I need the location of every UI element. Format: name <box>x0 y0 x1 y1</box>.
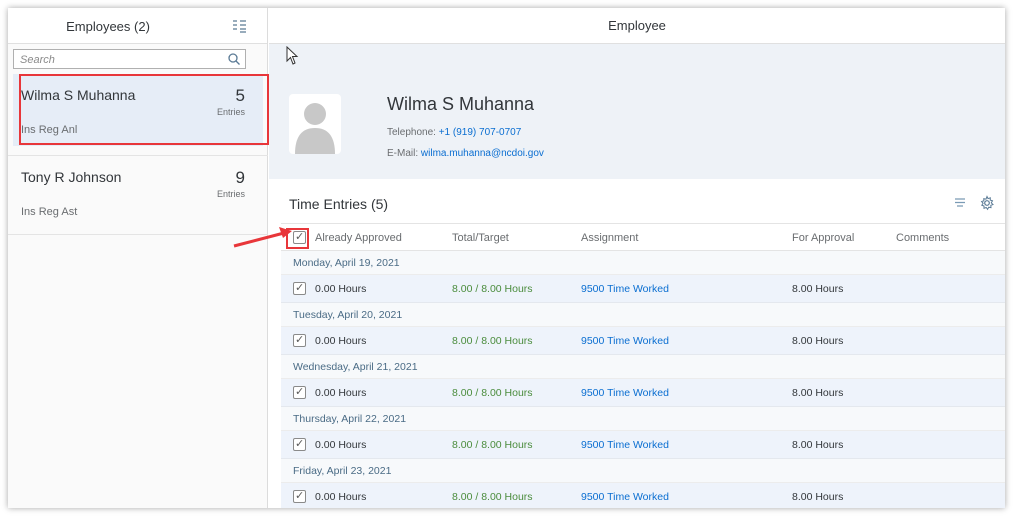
column-already-approved: Already Approved <box>315 232 402 244</box>
profile-header: Wilma S Muhanna Telephone: +1 (919) 707-… <box>269 44 1005 179</box>
row-checkbox[interactable] <box>293 333 306 347</box>
red-arrow-annotation <box>233 227 292 248</box>
column-for-approval: For Approval <box>792 232 855 244</box>
cell-assignment[interactable]: 9500 Time Worked <box>581 335 669 347</box>
cell-total: 8.00 / 8.00 Hours <box>452 335 533 347</box>
entries-count-label: Entries <box>216 107 245 117</box>
time-entries-header: Time Entries (5) <box>269 179 1005 223</box>
mouse-cursor-icon <box>286 46 299 65</box>
group-date: Wednesday, April 21, 2021 <box>293 361 418 373</box>
employee-name: Wilma S Muhanna <box>21 87 136 103</box>
cell-approved: 0.00 Hours <box>315 387 367 399</box>
person-placeholder-icon <box>295 103 335 154</box>
select-all-checkbox[interactable] <box>293 230 306 244</box>
table-header: Already Approved Total/Target Assignment… <box>281 223 1005 251</box>
employee-job-title: Ins Reg Ast <box>21 206 78 218</box>
search-field[interactable] <box>13 49 246 69</box>
cell-approved: 0.00 Hours <box>315 283 367 295</box>
cell-total: 8.00 / 8.00 Hours <box>452 439 533 451</box>
cell-approved: 0.00 Hours <box>315 491 367 503</box>
entries-count: 9 <box>235 168 245 187</box>
table-row[interactable]: 0.00 Hours 8.00 / 8.00 Hours 9500 Time W… <box>281 431 1005 459</box>
cell-assignment[interactable]: 9500 Time Worked <box>581 491 669 503</box>
date-group-row: Friday, April 23, 2021 <box>281 459 1005 483</box>
detail-title: Employee <box>269 8 1005 44</box>
cell-for-approval: 8.00 Hours <box>792 491 844 503</box>
date-group-row: Tuesday, April 20, 2021 <box>281 303 1005 327</box>
cell-total: 8.00 / 8.00 Hours <box>452 283 533 295</box>
search-input[interactable] <box>14 51 219 69</box>
cell-for-approval: 8.00 Hours <box>792 283 844 295</box>
cell-total: 8.00 / 8.00 Hours <box>452 491 533 503</box>
employee-master-panel: Employees (2) Wilma S Muhanna 5 Entries … <box>8 8 269 508</box>
date-group-row: Thursday, April 22, 2021 <box>281 407 1005 431</box>
column-assignment: Assignment <box>581 232 639 244</box>
cell-for-approval: 8.00 Hours <box>792 387 844 399</box>
group-date: Monday, April 19, 2021 <box>293 257 400 269</box>
cell-approved: 0.00 Hours <box>315 439 367 451</box>
table-row[interactable]: 0.00 Hours 8.00 / 8.00 Hours 9500 Time W… <box>281 483 1005 508</box>
master-header: Employees (2) <box>8 8 267 44</box>
group-date: Friday, April 23, 2021 <box>293 465 392 477</box>
entries-count: 5 <box>235 86 245 105</box>
time-entries-title: Time Entries (5) <box>289 196 389 212</box>
email-line: E-Mail: wilma.muhanna@ncdoi.gov <box>387 148 544 159</box>
group-icon[interactable] <box>953 196 967 210</box>
avatar <box>289 94 341 154</box>
employee-name: Tony R Johnson <box>21 169 122 185</box>
phone-line: Telephone: +1 (919) 707-0707 <box>387 127 521 138</box>
email-link[interactable]: wilma.muhanna@ncdoi.gov <box>421 148 544 159</box>
search-icon[interactable] <box>227 52 241 66</box>
row-checkbox[interactable] <box>293 281 306 295</box>
cell-assignment[interactable]: 9500 Time Worked <box>581 283 669 295</box>
group-date: Thursday, April 22, 2021 <box>293 413 407 425</box>
table-row[interactable]: 0.00 Hours 8.00 / 8.00 Hours 9500 Time W… <box>281 275 1005 303</box>
profile-name: Wilma S Muhanna <box>387 94 535 114</box>
cell-approved: 0.00 Hours <box>315 335 367 347</box>
email-label: E-Mail: <box>387 148 419 159</box>
group-date: Tuesday, April 20, 2021 <box>293 309 403 321</box>
app-window: Employees (2) Wilma S Muhanna 5 Entries … <box>8 8 1005 508</box>
employee-list-item[interactable]: Wilma S Muhanna 5 Entries Ins Reg Anl <box>13 74 263 146</box>
divider <box>8 234 268 235</box>
employee-job-title: Ins Reg Anl <box>21 124 78 136</box>
row-checkbox[interactable] <box>293 385 306 399</box>
entries-count-label: Entries <box>216 189 245 199</box>
employee-detail-panel: Employee Wilma S Muhanna Telephone: +1 (… <box>269 8 1005 508</box>
phone-link[interactable]: +1 (919) 707-0707 <box>439 127 522 138</box>
cell-assignment[interactable]: 9500 Time Worked <box>581 387 669 399</box>
row-checkbox[interactable] <box>293 437 306 451</box>
date-group-row: Monday, April 19, 2021 <box>281 251 1005 275</box>
phone-label: Telephone: <box>387 127 436 138</box>
column-total-target: Total/Target <box>452 232 509 244</box>
cell-assignment[interactable]: 9500 Time Worked <box>581 439 669 451</box>
employee-list-item[interactable]: Tony R Johnson 9 Entries Ins Reg Ast <box>13 156 263 228</box>
cell-for-approval: 8.00 Hours <box>792 439 844 451</box>
gear-icon[interactable] <box>979 195 995 211</box>
time-entries-section: Time Entries (5) Already Approved Total/… <box>269 179 1005 508</box>
cell-for-approval: 8.00 Hours <box>792 335 844 347</box>
row-checkbox[interactable] <box>293 489 306 503</box>
cell-total: 8.00 / 8.00 Hours <box>452 387 533 399</box>
sort-icon[interactable] <box>231 18 247 34</box>
date-group-row: Wednesday, April 21, 2021 <box>281 355 1005 379</box>
table-row[interactable]: 0.00 Hours 8.00 / 8.00 Hours 9500 Time W… <box>281 327 1005 355</box>
table-row[interactable]: 0.00 Hours 8.00 / 8.00 Hours 9500 Time W… <box>281 379 1005 407</box>
master-title: Employees (2) <box>66 19 150 34</box>
column-comments: Comments <box>896 232 950 244</box>
